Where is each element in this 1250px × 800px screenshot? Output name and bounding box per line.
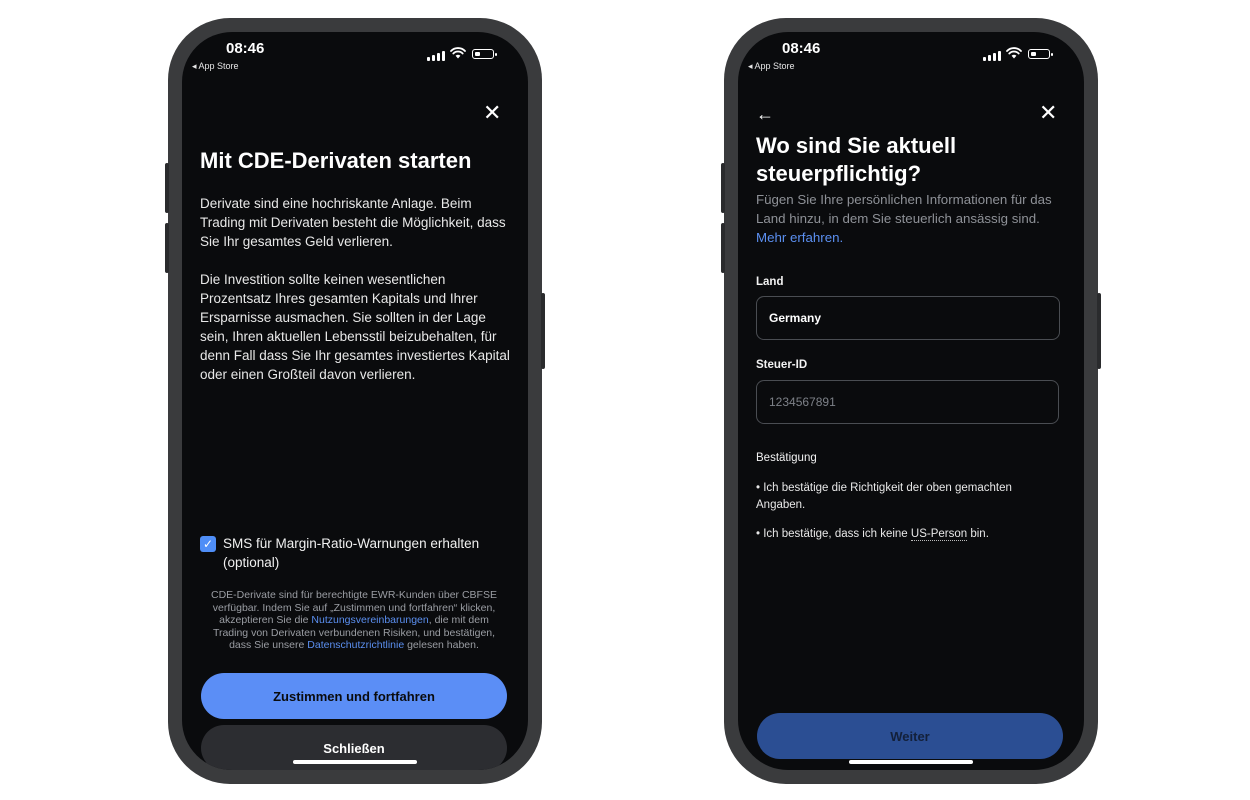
- cellular-signal-icon: [983, 51, 1001, 61]
- tax-id-label: Steuer-ID: [756, 359, 808, 371]
- sms-warning-checkbox-label: SMS für Margin-Ratio-Warnungen erhalten …: [223, 536, 480, 570]
- home-indicator: [293, 760, 417, 764]
- bullet2-prefix: • Ich bestätige, dass ich keine: [756, 528, 908, 540]
- phone-frame-left: 08:46 ◂ App Store ✕ Mit CDE-Derivaten st…: [165, 18, 545, 784]
- status-bar: 08:46 ◂ App Store: [182, 32, 528, 84]
- volume-up-button: [165, 163, 169, 213]
- subtitle-text: Fügen Sie Ihre persönlichen Informatione…: [756, 192, 1052, 226]
- privacy-policy-link[interactable]: Datenschutzrichtlinie: [307, 639, 404, 651]
- country-value: Germany: [769, 311, 822, 325]
- page-title-line-1: Wo sind Sie aktuell: [756, 133, 957, 158]
- country-label: Land: [756, 276, 784, 288]
- power-button: [541, 293, 545, 369]
- risk-paragraph-2: Die Investition sollte keinen wesentlich…: [200, 272, 510, 382]
- status-bar: 08:46 ◂ App Store: [738, 32, 1084, 84]
- close-icon[interactable]: ✕: [1039, 102, 1057, 124]
- battery-icon: [472, 49, 497, 59]
- legal-disclaimer: CDE-Derivate sind für berechtigte EWR-Ku…: [204, 589, 504, 652]
- back-to-app-store-link[interactable]: ◂ App Store: [748, 61, 795, 72]
- cellular-signal-icon: [427, 51, 445, 61]
- back-arrow-icon[interactable]: ←: [756, 105, 774, 123]
- volume-down-button: [721, 223, 725, 273]
- country-field[interactable]: Germany: [756, 296, 1060, 340]
- continue-button-disabled[interactable]: Weiter: [757, 713, 1063, 759]
- home-indicator: [849, 760, 973, 764]
- volume-down-button: [165, 223, 169, 273]
- tax-id-placeholder: 1234567891: [769, 395, 836, 409]
- page-title-line-2: steuerpflichtig?: [756, 161, 922, 186]
- confirmation-bullet-us-person: • Ich bestätige, dass ich keine US-Perso…: [756, 526, 1046, 543]
- confirmation-bullet-accuracy: • Ich bestätige die Richtigkeit der oben…: [756, 482, 1012, 511]
- wifi-icon: [450, 47, 466, 59]
- us-person-link[interactable]: US-Person: [910, 528, 968, 541]
- screen-derivatives-intro: 08:46 ◂ App Store ✕ Mit CDE-Derivaten st…: [182, 32, 528, 770]
- terms-link[interactable]: Nutzungsvereinbarungen: [311, 614, 428, 626]
- learn-more-link[interactable]: Mehr erfahren.: [756, 230, 843, 245]
- status-time: 08:46: [226, 40, 265, 57]
- legal-text-part3: gelesen haben.: [407, 639, 479, 652]
- bullet2-suffix: bin.: [970, 528, 989, 540]
- battery-icon: [1028, 49, 1053, 59]
- back-to-app-store-link[interactable]: ◂ App Store: [192, 61, 239, 72]
- page-title: Wo sind Sie aktuell steuerpflichtig?: [756, 132, 956, 188]
- tax-id-input[interactable]: 1234567891: [756, 380, 1059, 424]
- wifi-icon: [1006, 47, 1022, 59]
- phone-frame-right: 08:46 ◂ App Store ← ✕ Wo sind Sie aktuel…: [721, 18, 1101, 784]
- screen-tax-residency: 08:46 ◂ App Store ← ✕ Wo sind Sie aktuel…: [738, 32, 1084, 770]
- page-subtitle: Fügen Sie Ihre persönlichen Informatione…: [756, 190, 1066, 247]
- risk-paragraph-1: Derivate sind eine hochriskante Anlage. …: [200, 196, 506, 249]
- volume-up-button: [721, 163, 725, 213]
- sms-warning-checkbox[interactable]: ✓: [200, 536, 216, 552]
- status-time: 08:46: [782, 40, 821, 57]
- page-title: Mit CDE-Derivaten starten: [200, 148, 472, 173]
- close-icon[interactable]: ✕: [483, 102, 501, 124]
- confirmation-heading: Bestätigung: [756, 452, 817, 464]
- power-button: [1097, 293, 1101, 369]
- agree-and-continue-button[interactable]: Zustimmen und fortfahren: [201, 673, 507, 719]
